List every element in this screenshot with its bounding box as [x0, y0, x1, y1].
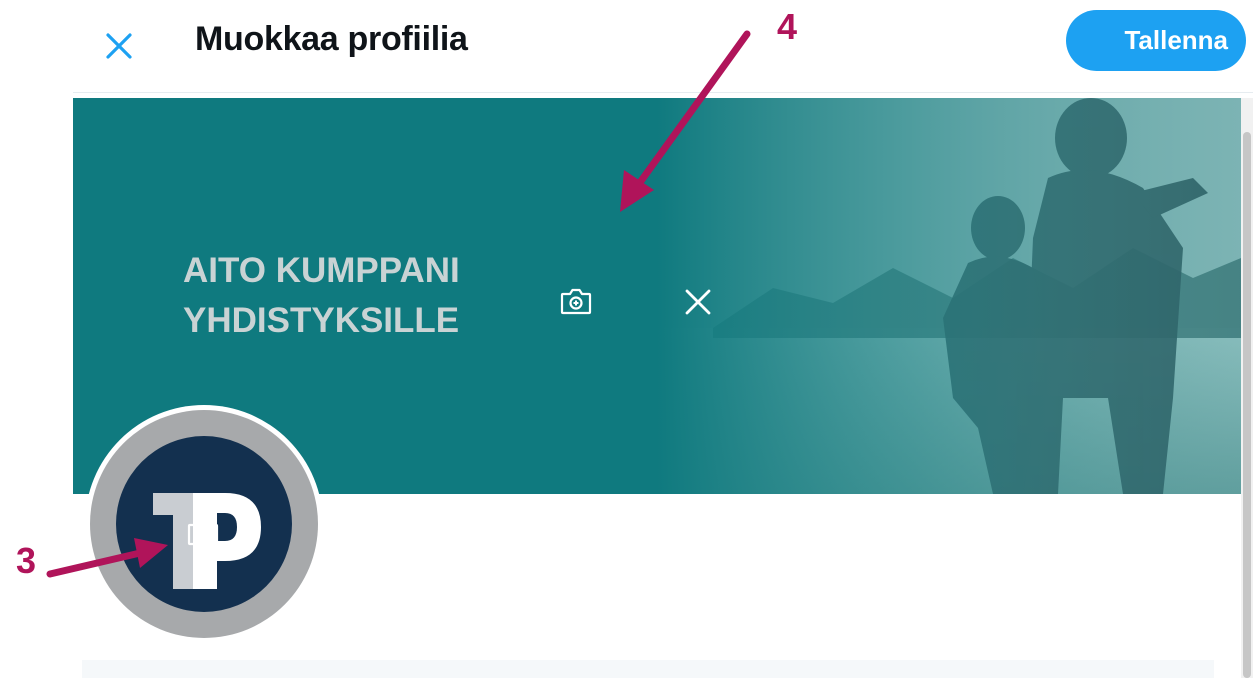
annotation-label-3: 3	[16, 540, 37, 581]
modal-header: Muokkaa profiilia Tallenna	[73, 0, 1253, 93]
add-photo-camera-icon	[187, 519, 219, 546]
save-button[interactable]: Tallenna	[1066, 10, 1246, 71]
banner-slogan-line1: AITO KUMPPANI	[183, 251, 460, 290]
banner-remove-button[interactable]	[670, 274, 726, 330]
banner-slogan: AITO KUMPPANI YHDISTYKSILLE	[183, 246, 460, 346]
close-button[interactable]	[95, 22, 143, 70]
scrollbar-thumb[interactable]	[1243, 132, 1251, 678]
avatar-add-photo-button[interactable]	[180, 512, 226, 552]
close-icon	[685, 289, 711, 315]
close-icon	[106, 33, 132, 59]
annotation-label-4: 4	[777, 6, 798, 47]
page-title: Muokkaa profiilia	[195, 20, 468, 58]
form-section-top	[82, 660, 1214, 678]
banner-slogan-line2: YHDISTYKSILLE	[183, 301, 460, 340]
add-photo-camera-icon	[560, 288, 592, 315]
banner-add-photo-button[interactable]	[546, 276, 606, 326]
